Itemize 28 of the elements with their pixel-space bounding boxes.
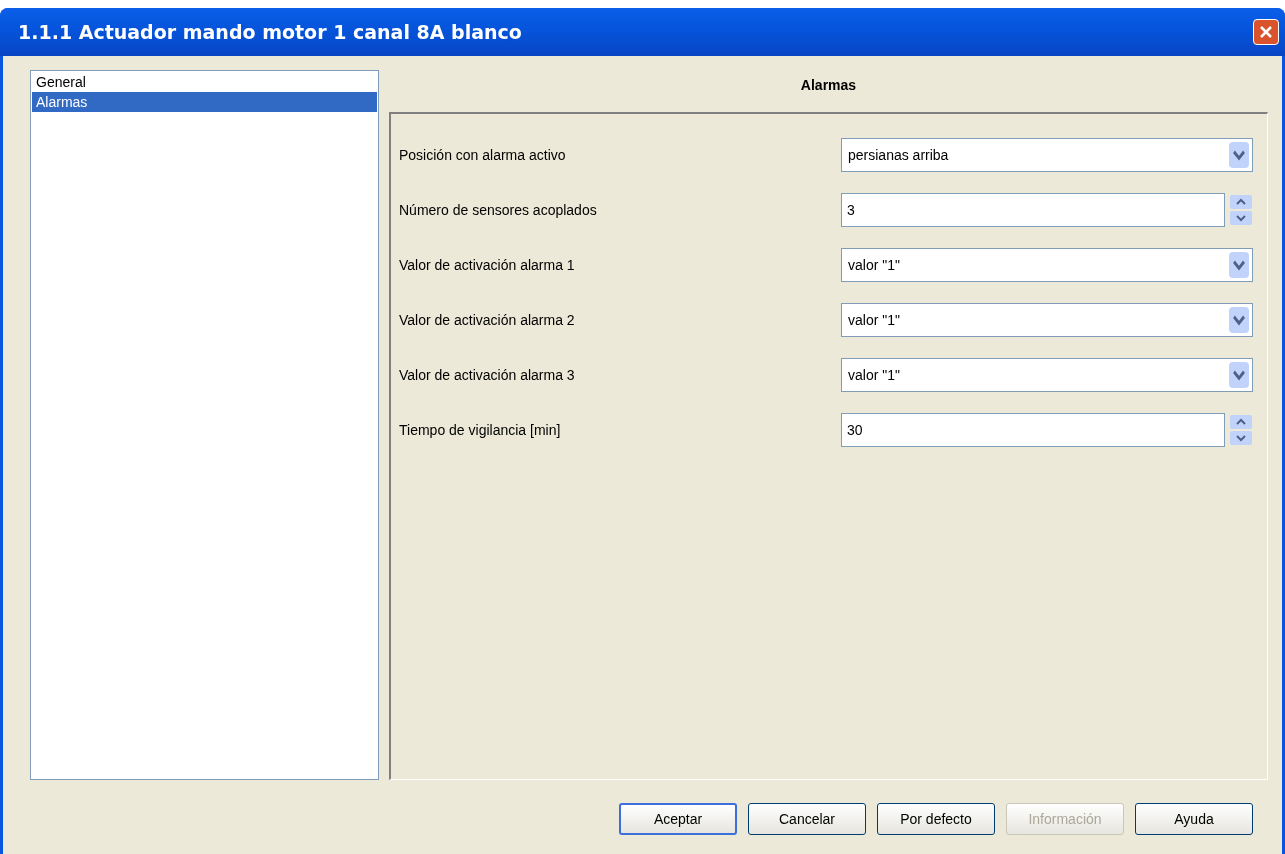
chevron-down-icon <box>1229 142 1249 168</box>
sidebar-item[interactable]: Alarmas <box>32 92 377 112</box>
parameter-label: Valor de activación alarma 1 <box>399 255 576 275</box>
sidebar-item[interactable]: General <box>32 72 377 92</box>
parameter-label: Tiempo de vigilancia [min] <box>399 420 562 440</box>
spin-buttons-icon[interactable] <box>1229 414 1253 446</box>
panel-title: Alarmas <box>800 75 857 95</box>
dropdown[interactable]: valor "1" <box>841 358 1253 392</box>
dialog-button[interactable]: Ayuda <box>1135 803 1253 835</box>
dropdown[interactable]: persianas arriba <box>841 138 1253 172</box>
dropdown[interactable]: valor "1" <box>841 303 1253 337</box>
window-title: 1.1.1 Actuador mando motor 1 canal 8A blanco <box>18 19 522 45</box>
parameter-label: Valor de activación alarma 3 <box>399 365 576 385</box>
dialog-button[interactable]: Aceptar <box>619 803 737 835</box>
close-icon <box>1258 24 1274 40</box>
spin-buttons-icon[interactable] <box>1229 194 1253 226</box>
chevron-down-icon <box>1229 362 1249 388</box>
chevron-down-icon <box>1229 252 1249 278</box>
dropdown[interactable]: valor "1" <box>841 248 1253 282</box>
parameter-label: Valor de activación alarma 2 <box>399 310 576 330</box>
dialog-button[interactable]: Por defecto <box>877 803 995 835</box>
close-button[interactable] <box>1253 19 1279 45</box>
chevron-down-icon <box>1229 307 1249 333</box>
number-field[interactable]: 3 <box>841 193 1225 227</box>
parameter-label: Posición con alarma activo <box>399 145 567 165</box>
dialog-button[interactable]: Cancelar <box>748 803 866 835</box>
number-field[interactable]: 30 <box>841 413 1225 447</box>
parameter-label: Número de sensores acoplados <box>399 200 598 220</box>
